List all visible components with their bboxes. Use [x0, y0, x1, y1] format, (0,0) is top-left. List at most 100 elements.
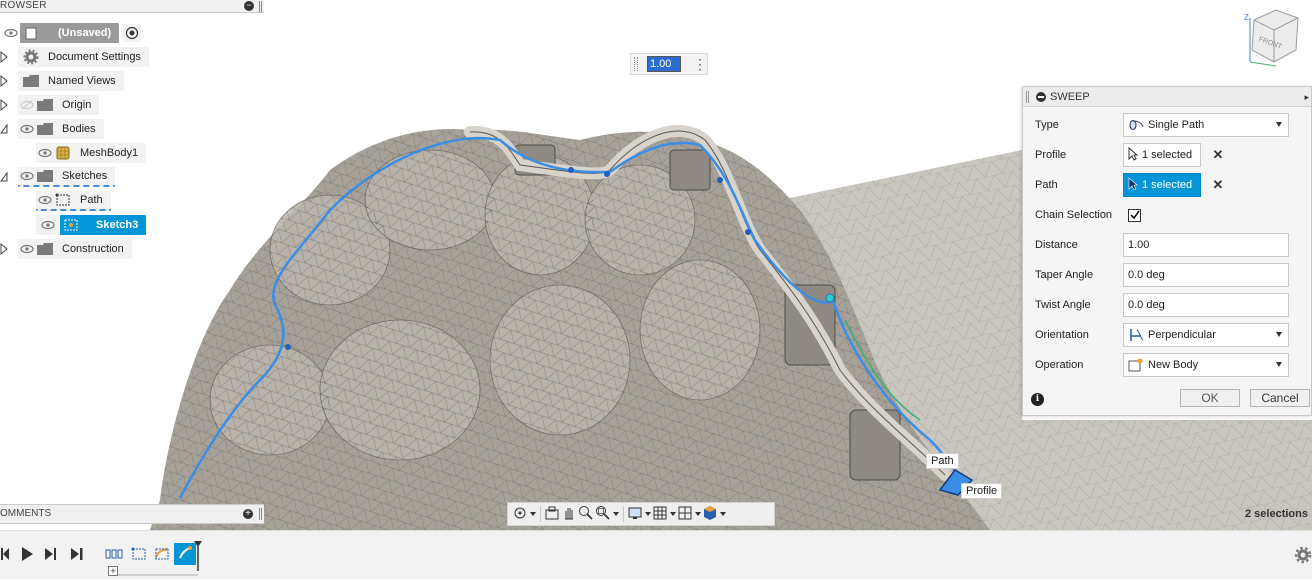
tree-item-label: Construction — [62, 243, 124, 255]
expand-arrow-icon[interactable] — [0, 95, 10, 115]
viewports-button[interactable] — [677, 504, 701, 524]
display-settings-button[interactable] — [627, 504, 651, 524]
divider — [540, 506, 541, 522]
timeline-settings-gear-icon[interactable] — [1294, 546, 1312, 564]
chevron-down-icon — [670, 512, 676, 516]
grip-icon[interactable] — [259, 508, 262, 520]
expand-arrow-icon[interactable] — [0, 47, 10, 67]
expand-arrow-icon[interactable] — [0, 239, 10, 259]
view-cube[interactable]: FRONT Z — [1240, 6, 1312, 68]
browser-panel: ROWSER − (Unsaved) Document Settings Nam… — [0, 0, 264, 262]
profile-selection-button[interactable]: 1 selected — [1123, 143, 1201, 167]
tree-item-bodies[interactable]: Bodies — [0, 119, 104, 139]
orientation-label: Orientation — [1035, 329, 1089, 341]
collapse-icon[interactable] — [1036, 91, 1046, 102]
tree-item-label: Bodies — [62, 123, 96, 135]
play-button[interactable] — [20, 546, 34, 563]
look-at-button[interactable] — [544, 504, 560, 524]
tree-item-label: Document Settings — [48, 51, 141, 63]
tree-item-construction[interactable]: Construction — [0, 239, 132, 259]
tree-item-unsaved[interactable]: (Unsaved) — [0, 23, 142, 43]
taper-angle-input[interactable]: 0.0 deg — [1123, 263, 1289, 287]
distance-input[interactable]: 1.00 — [1123, 233, 1289, 257]
grip-icon[interactable] — [634, 57, 638, 71]
tree-item-named-views[interactable]: Named Views — [0, 71, 124, 91]
step-forward-button[interactable] — [44, 547, 58, 563]
eye-icon[interactable] — [18, 239, 36, 259]
timeline-feature-mesh[interactable] — [104, 547, 124, 563]
fit-button[interactable] — [595, 504, 619, 524]
timeline-marker[interactable] — [194, 541, 202, 571]
dialog-title: SWEEP — [1050, 90, 1090, 103]
cancel-button[interactable]: Cancel — [1250, 389, 1310, 407]
zoom-button[interactable] — [578, 504, 594, 524]
chain-selection-checkbox[interactable] — [1128, 208, 1141, 222]
gear-icon — [22, 49, 40, 65]
timeline-track[interactable] — [108, 569, 198, 576]
eye-icon[interactable] — [18, 119, 36, 139]
taper-angle-label: Taper Angle — [1035, 269, 1094, 281]
path-row: Path 1 selected ✕ — [1023, 170, 1312, 200]
clear-path-icon[interactable]: ✕ — [1211, 178, 1225, 192]
type-dropdown[interactable]: Single Path — [1123, 113, 1289, 137]
go-to-end-button[interactable] — [69, 547, 85, 563]
cancel-label: Cancel — [1261, 391, 1299, 405]
grip-icon[interactable] — [1026, 90, 1029, 103]
distance-mini-field[interactable] — [647, 56, 681, 72]
ok-button[interactable]: OK — [1180, 389, 1240, 407]
pan-button[interactable] — [561, 504, 577, 524]
operation-dropdown[interactable]: New Body — [1123, 353, 1289, 377]
distance-value: 1.00 — [1128, 239, 1150, 251]
comments-panel-header[interactable]: OMMENTS + — [0, 504, 264, 524]
dialog-title-bar[interactable]: SWEEP ▸ — [1023, 87, 1311, 107]
eye-icon[interactable] — [36, 190, 54, 210]
timeline-expand-icon[interactable]: + — [108, 566, 118, 576]
tree-item-sketch3[interactable]: Sketch3 — [36, 215, 147, 235]
orbit-button[interactable] — [512, 504, 536, 524]
environment-button[interactable] — [702, 504, 726, 524]
clear-profile-icon[interactable]: ✕ — [1211, 148, 1225, 162]
browser-title: ROWSER — [0, 0, 47, 11]
hidden-eye-icon[interactable] — [18, 95, 36, 115]
tree-item-label: Named Views — [48, 75, 116, 87]
collapse-arrow-icon[interactable] — [0, 167, 10, 187]
grip-icon[interactable] — [259, 1, 262, 12]
eye-icon[interactable] — [36, 215, 60, 235]
chevron-down-icon — [530, 512, 536, 516]
mesh-feature-icon — [105, 548, 123, 563]
collapse-arrow-icon[interactable] — [0, 119, 10, 139]
zoom-window-icon — [595, 505, 611, 524]
tree-item-label: Sketch3 — [96, 219, 139, 231]
tree-item-label: (Unsaved) — [58, 27, 112, 39]
orientation-row: Orientation Perpendicular — [1023, 320, 1312, 350]
go-to-start-button[interactable] — [0, 547, 10, 563]
timeline-feature-sweep[interactable] — [174, 543, 196, 565]
add-comment-icon[interactable]: + — [243, 509, 253, 519]
path-selection-button[interactable]: 1 selected — [1123, 173, 1201, 197]
svg-text:Z: Z — [1244, 13, 1249, 22]
profile-value: 1 selected — [1142, 149, 1193, 161]
timeline-feature-sketch[interactable] — [129, 547, 149, 563]
tree-item-document-settings[interactable]: Document Settings — [0, 47, 149, 67]
info-icon[interactable]: i — [1031, 393, 1044, 406]
expand-dialog-icon[interactable]: ▸ — [1304, 92, 1309, 103]
cursor-icon — [1128, 146, 1139, 164]
folder-icon — [22, 74, 40, 88]
tree-item-sketches[interactable]: Sketches — [0, 166, 116, 187]
eye-icon[interactable] — [2, 23, 20, 43]
chevron-down-icon — [645, 512, 651, 516]
eye-icon[interactable] — [18, 166, 36, 186]
more-options-icon[interactable]: ⋮ — [693, 57, 707, 71]
grid-settings-button[interactable] — [652, 504, 676, 524]
eye-icon[interactable] — [36, 143, 54, 163]
orientation-dropdown[interactable]: Perpendicular — [1123, 323, 1289, 347]
twist-angle-input[interactable]: 0.0 deg — [1123, 293, 1289, 317]
timeline-feature-sketch3[interactable] — [152, 547, 172, 563]
path-label: Path — [1035, 179, 1058, 191]
tree-item-path[interactable]: Path — [36, 191, 111, 211]
collapse-icon[interactable]: − — [244, 1, 254, 11]
expand-arrow-icon[interactable] — [0, 71, 10, 91]
activate-radio-icon[interactable] — [123, 24, 142, 42]
tree-item-meshbody1[interactable]: MeshBody1 — [36, 143, 147, 163]
tree-item-origin[interactable]: Origin — [0, 95, 100, 115]
